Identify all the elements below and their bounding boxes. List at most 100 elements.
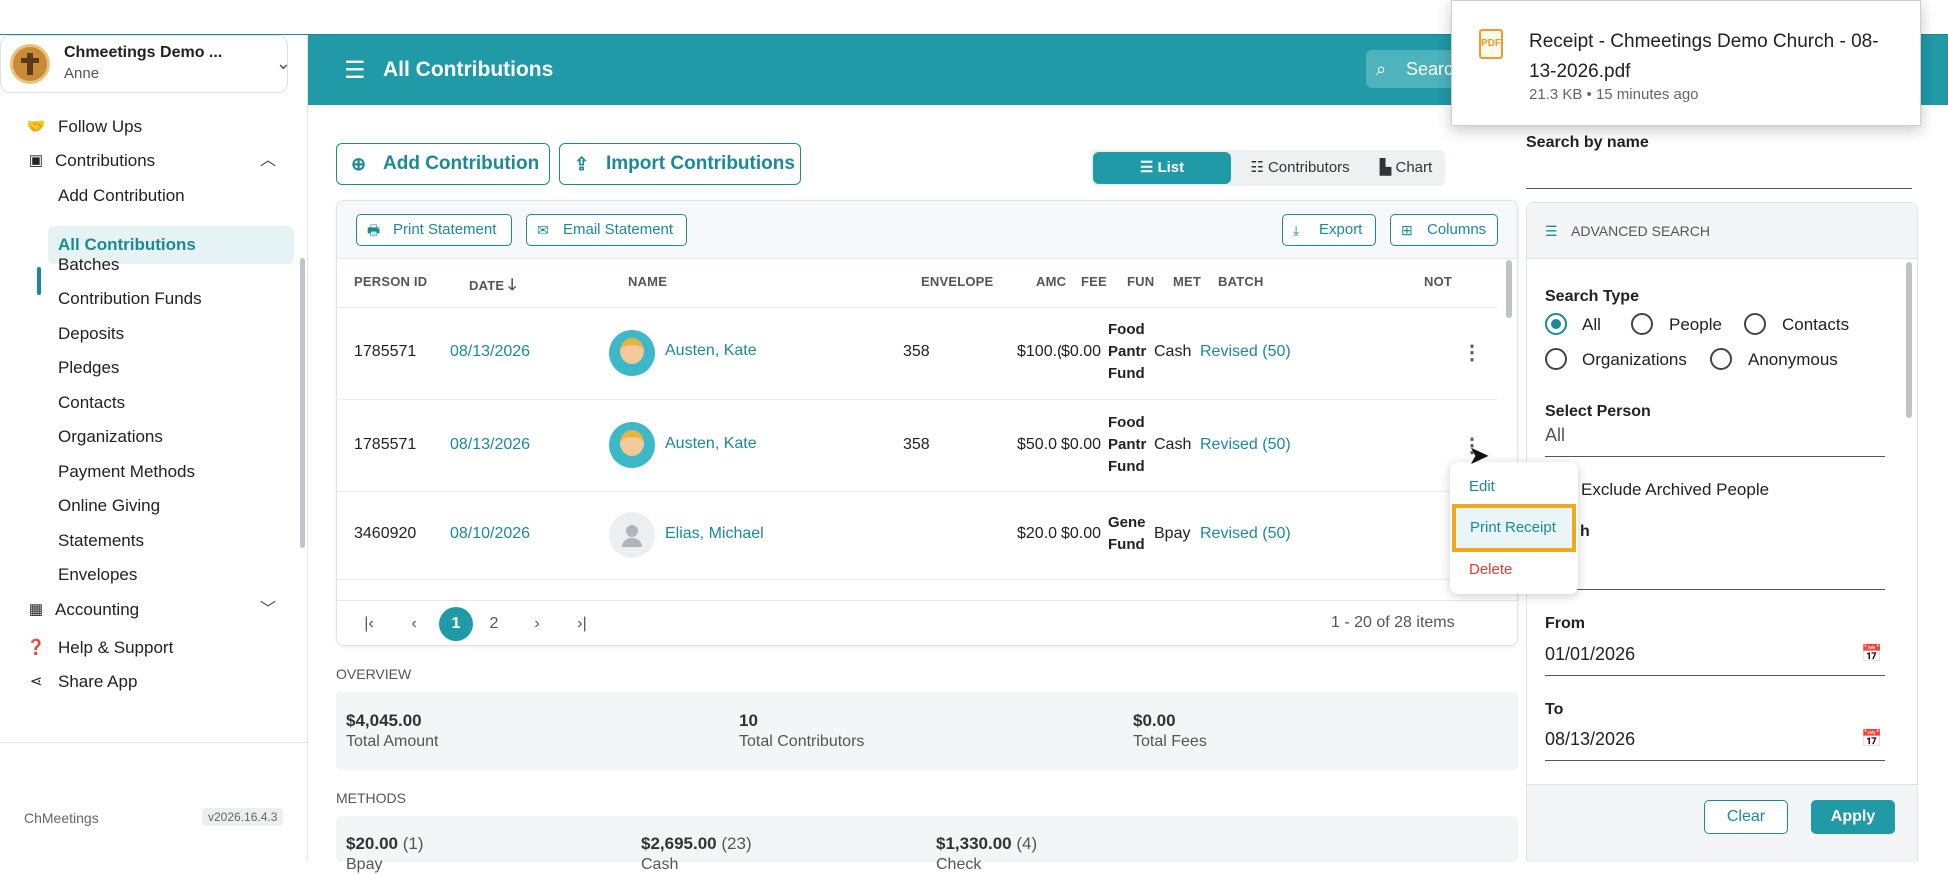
sidebar-item-contribution-funds[interactable]: Contribution Funds [0,280,296,318]
advanced-search-title: ADVANCED SEARCH [1571,223,1710,239]
radio-people[interactable] [1631,313,1653,335]
radio-anonymous[interactable] [1710,348,1732,370]
sidebar-item-share[interactable]: ⋖ Share App [0,663,296,701]
table-scrollbar[interactable] [1506,260,1512,318]
sidebar-item-follow-ups[interactable]: 🤝 Follow Ups [0,108,296,146]
avatar [609,422,655,468]
select-person-field[interactable]: All [1545,425,1565,446]
cell-amount: $20.0 [1017,525,1058,542]
sidebar-item-accounting[interactable]: ▦ Accounting ﹀ [0,591,296,629]
export-button[interactable]: ⤓ Export [1282,214,1376,246]
view-chart-tab[interactable]: ▙ Chart [1369,152,1443,184]
download-filename[interactable]: Receipt - Chmeetings Demo Church - 08-13… [1529,27,1899,87]
cell-date-link[interactable]: 08/13/2026 [450,436,530,454]
sidebar-item-pledges[interactable]: Pledges [0,349,296,387]
row-menu-icon[interactable]: ⋮ [1462,340,1482,365]
plus-circle-icon: ⊕ [351,154,367,174]
advanced-scrollbar[interactable] [1906,262,1912,418]
view-toggle: ☰ List ☷ Contributors ▙ Chart [1091,150,1445,186]
apply-button[interactable]: Apply [1811,800,1895,834]
radio-all[interactable] [1545,313,1567,335]
button-label: Add Contribution [383,153,540,174]
col-batch[interactable]: BATCH [1218,274,1264,289]
sidebar-item-envelopes[interactable]: Envelopes [0,556,296,594]
prev-page-icon[interactable]: ‹ [397,607,431,641]
avatar [609,330,655,376]
upload-icon: ⇪ [574,154,590,174]
sidebar-item-contacts[interactable]: Contacts [0,384,296,422]
sidebar-item-contributions[interactable]: ▣ Contributions ︿ [0,142,296,180]
from-date-input[interactable]: 01/01/2026 [1545,644,1635,665]
cell-name-link[interactable]: Austen, Kate [665,342,757,360]
fund-line: Fund [1108,458,1145,475]
button-label: Columns [1427,221,1487,238]
chevron-down-icon: ﹀ [259,601,276,618]
sidebar-item-payment-methods[interactable]: Payment Methods [0,453,296,491]
cell-name-link[interactable]: Austen, Kate [665,435,757,453]
tab-label: Contributors [1267,159,1350,176]
radio-organizations[interactable] [1545,348,1567,370]
cell-batch-link[interactable]: Revised (50) [1200,436,1291,454]
sidebar-item-online-giving[interactable]: Online Giving [0,487,296,525]
first-page-icon[interactable]: |‹ [352,607,386,641]
add-contribution-button[interactable]: ⊕ Add Contribution [336,143,550,185]
col-date[interactable]: DATE 🡓 [469,274,517,301]
col-person-id[interactable]: PERSON ID [354,274,427,289]
pagination-info: 1 - 20 of 28 items [1331,614,1455,631]
calendar-icon[interactable]: 📅 [1861,729,1882,749]
radio-people-label: People [1669,315,1722,334]
cell-name-link[interactable]: Elias, Michael [665,525,764,543]
exclude-archived-label[interactable]: Exclude Archived People [1581,480,1769,500]
to-date-input[interactable]: 08/13/2026 [1545,729,1635,750]
col-fund[interactable]: FUN [1127,274,1154,289]
col-envelope[interactable]: ENVELOPE [921,274,993,289]
fund-line: Food [1108,321,1145,338]
print-statement-button[interactable]: 🖶 Print Statement [356,214,512,246]
clear-button[interactable]: Clear [1704,800,1788,834]
view-list-tab[interactable]: ☰ List [1093,152,1231,184]
col-name[interactable]: NAME [628,274,667,289]
help-icon: ❓ [26,639,46,656]
page-button[interactable]: 2 [477,607,511,641]
chevron-up-icon: ︿ [259,152,276,169]
import-contributions-button[interactable]: ⇪ Import Contributions [559,143,801,185]
advanced-search-header[interactable]: ☰ ADVANCED SEARCH [1527,203,1917,259]
menu-item-print-receipt[interactable]: Print Receipt [1452,504,1576,552]
church-switcher[interactable]: Chmeetings Demo ... Anne ⌄ [0,35,291,93]
cell-method: Cash [1154,343,1192,360]
email-statement-button[interactable]: ✉ Email Statement [526,214,687,246]
cell-date-link[interactable]: 08/13/2026 [450,343,530,361]
col-fee[interactable]: FEE [1081,274,1107,289]
col-notes[interactable]: NOT [1424,274,1452,289]
sidebar-item-deposits[interactable]: Deposits [0,315,296,353]
sidebar-scrollbar[interactable] [300,258,305,548]
last-page-icon[interactable]: ›| [565,607,599,641]
download-popup[interactable]: PDF Receipt - Chmeetings Demo Church - 0… [1451,0,1921,126]
sidebar-item-statements[interactable]: Statements [0,522,296,560]
menu-item-delete[interactable]: Delete [1469,561,1512,578]
sidebar-item-help[interactable]: ❓ Help & Support [0,629,296,667]
menu-item-edit[interactable]: Edit [1469,478,1495,495]
fund-line: Gene [1108,514,1146,531]
sidebar-item-add-contribution[interactable]: Add Contribution [0,177,296,215]
col-amount[interactable]: AMC [1036,274,1066,289]
search-by-name-input[interactable] [1526,188,1912,189]
col-method[interactable]: MET [1173,274,1201,289]
menu-icon[interactable]: ☰ [344,56,366,85]
calendar-icon[interactable]: 📅 [1861,644,1882,664]
radio-contacts[interactable] [1744,313,1766,335]
chevron-down-icon: ⌄ [275,53,291,73]
page-button-active[interactable]: 1 [439,607,473,641]
cell-batch-link[interactable]: Revised (50) [1200,343,1291,361]
view-contributors-tab[interactable]: ☷ Contributors [1233,152,1367,184]
next-page-icon[interactable]: › [520,607,554,641]
cell-batch-link[interactable]: Revised (50) [1200,525,1291,543]
cell-date-link[interactable]: 08/10/2026 [450,525,530,543]
partial-field-label: h [1580,523,1590,540]
columns-button[interactable]: ⊞ Columns [1390,214,1498,246]
sidebar-item-batches[interactable]: Batches [0,246,296,284]
total-amount-label: Total Amount [346,733,439,750]
cell-fund: Food Pantr Fund [1108,412,1153,478]
button-label: Email Statement [563,221,674,238]
sidebar-item-organizations[interactable]: Organizations [0,418,296,456]
